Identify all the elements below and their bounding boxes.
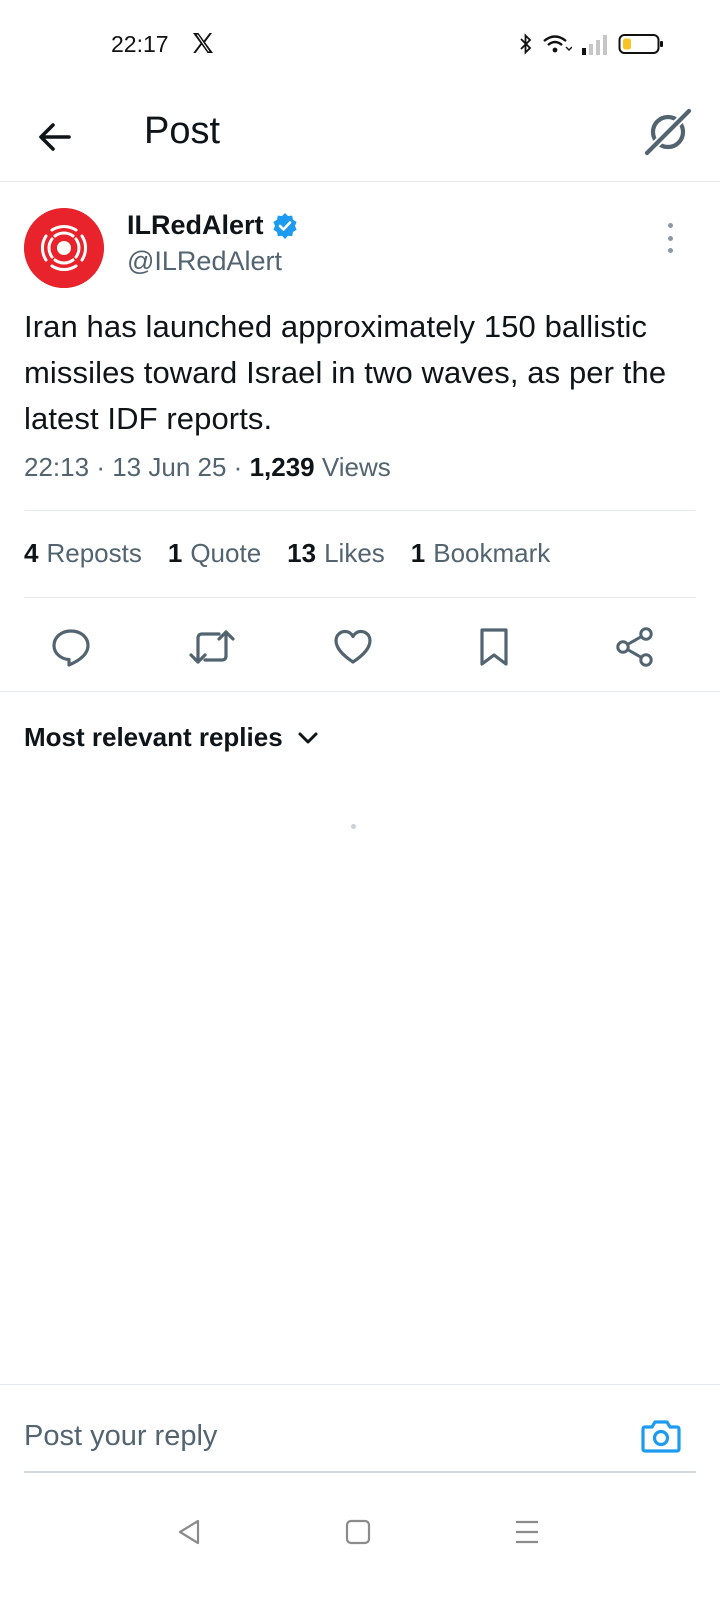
nav-home-button[interactable]: [338, 1512, 378, 1552]
divider: [24, 597, 696, 598]
replies-sort-label: Most relevant replies: [24, 722, 283, 752]
stat-label: Bookmark: [433, 538, 551, 568]
stat-label: Reposts: [46, 538, 142, 568]
stat-label: Likes: [324, 538, 385, 568]
bookmark-icon: [480, 628, 508, 666]
stat-count: 13: [287, 538, 317, 568]
stat-likes[interactable]: 13 Likes: [287, 538, 385, 569]
siren-logo-icon: [24, 208, 104, 288]
share-button[interactable]: [609, 621, 661, 673]
stat-quotes[interactable]: 1 Quote: [168, 538, 261, 569]
nav-menu-button[interactable]: [507, 1512, 547, 1552]
back-triangle-icon: [178, 1519, 200, 1545]
views-count: 1,239: [249, 452, 315, 482]
chevron-down-icon: [298, 732, 318, 743]
camera-button[interactable]: [638, 1413, 684, 1459]
page-title: Post: [144, 110, 221, 152]
post-meta: 22:13 · 13 Jun 25 · 1,239 Views: [24, 452, 391, 483]
engagement-stats: 4 Reposts 1 Quote 13 Likes 1 Bookmark: [24, 538, 550, 569]
more-dot: [667, 235, 673, 241]
post-time: 22:13: [24, 452, 90, 482]
repost-button[interactable]: [186, 621, 238, 673]
action-bar: [0, 617, 720, 677]
author-name-row[interactable]: ILRedAlert: [127, 210, 298, 241]
like-icon: [334, 629, 372, 664]
x-logo-icon: [193, 33, 213, 53]
menu-lines-icon: [516, 1520, 538, 1544]
stat-bookmarks[interactable]: 1 Bookmark: [411, 538, 551, 569]
more-dot: [667, 248, 673, 253]
stat-reposts[interactable]: 4 Reposts: [24, 538, 142, 569]
back-button[interactable]: [30, 112, 80, 162]
signal-icon: [582, 35, 607, 55]
battery-icon: [618, 34, 663, 54]
more-dot: [667, 223, 673, 228]
status-icons: [518, 32, 664, 56]
camera-icon: [641, 1420, 681, 1453]
verified-badge-icon: [272, 212, 297, 239]
stat-count: 4: [24, 538, 39, 568]
more-options-button[interactable]: [660, 223, 680, 253]
share-icon: [616, 627, 653, 667]
back-arrow-icon: [39, 123, 71, 151]
replies-sort-dropdown[interactable]: Most relevant replies: [24, 722, 319, 753]
divider: [24, 510, 696, 511]
author-name[interactable]: ILRedAlert: [127, 210, 264, 241]
meta-separator: ·: [96, 452, 105, 482]
views-label: Views: [321, 452, 391, 482]
like-button[interactable]: [327, 621, 379, 673]
divider: [0, 691, 720, 692]
loading-indicator: [351, 824, 356, 829]
reply-icon: [52, 629, 90, 667]
reply-bar: [0, 1384, 720, 1488]
grok-icon: [644, 108, 692, 156]
reply-input[interactable]: [24, 1411, 614, 1461]
nav-back-button[interactable]: [169, 1512, 209, 1552]
stat-count: 1: [410, 538, 426, 568]
stat-count: 1: [167, 538, 183, 568]
avatar[interactable]: [24, 208, 104, 288]
status-time: 22:17: [111, 31, 169, 57]
home-square-icon: [345, 1519, 371, 1545]
bluetooth-icon: [520, 33, 532, 55]
repost-icon: [189, 630, 235, 664]
reply-input-underline: [24, 1471, 696, 1473]
system-nav-bar: [0, 1490, 720, 1600]
reply-button[interactable]: [45, 621, 97, 673]
top-app-bar: Post: [0, 90, 720, 182]
status-bar: 22:17: [0, 0, 720, 90]
grok-button[interactable]: [640, 104, 696, 160]
author-handle[interactable]: @ILRedAlert: [127, 246, 282, 277]
stat-label: Quote: [190, 538, 262, 568]
wifi-icon: [543, 35, 572, 53]
meta-separator: ·: [233, 452, 243, 482]
bookmark-button[interactable]: [468, 621, 520, 673]
post-text: Iran has launched approximately 150 ball…: [24, 309, 667, 436]
post-date: 13 Jun 25: [112, 452, 227, 482]
